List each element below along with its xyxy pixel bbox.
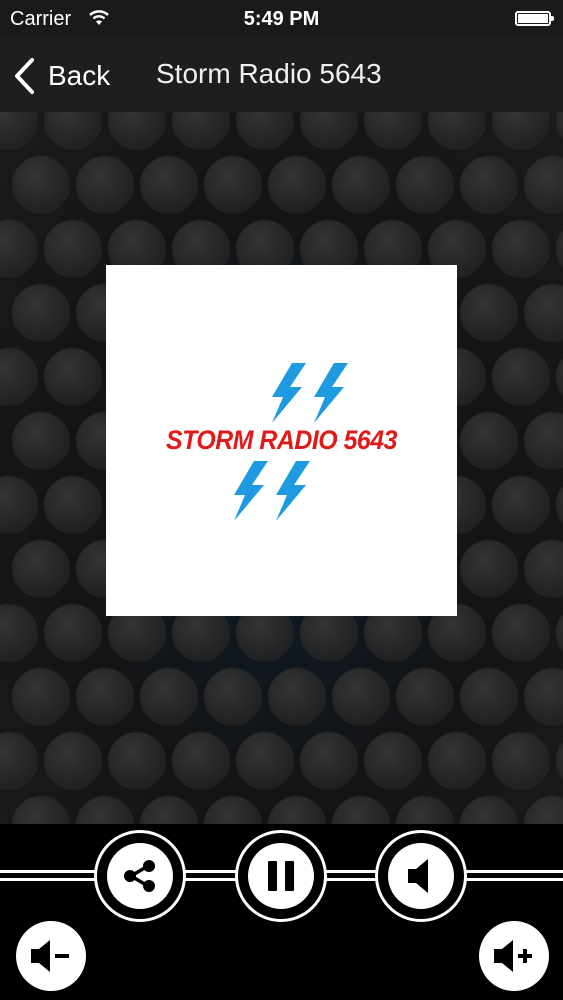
bokeh-circle: [332, 156, 390, 214]
pause-icon: [268, 861, 294, 891]
bokeh-circle: [172, 112, 230, 150]
bokeh-circle: [44, 604, 102, 662]
back-button[interactable]: Back: [12, 56, 110, 96]
bokeh-circle: [236, 732, 294, 790]
bokeh-circle: [0, 348, 38, 406]
bokeh-circle: [44, 112, 102, 150]
share-button[interactable]: [94, 830, 186, 922]
bokeh-circle: [204, 156, 262, 214]
bokeh-circle: [108, 112, 166, 150]
bokeh-circle: [0, 112, 38, 150]
bokeh-circle: [556, 348, 563, 406]
bokeh-circle: [492, 732, 550, 790]
bokeh-circle: [556, 112, 563, 150]
bokeh-circle: [140, 796, 198, 824]
page-title: Storm Radio 5643: [156, 58, 382, 89]
bokeh-circle: [556, 732, 563, 790]
bokeh-circle: [108, 732, 166, 790]
bokeh-circle: [524, 284, 563, 342]
bokeh-circle: [556, 476, 563, 534]
bokeh-circle: [12, 156, 70, 214]
bokeh-circle: [76, 668, 134, 726]
bokeh-circle: [44, 348, 102, 406]
bokeh-circle: [0, 220, 38, 278]
bokeh-circle: [460, 668, 518, 726]
bokeh-circle: [396, 156, 454, 214]
bokeh-circle: [428, 112, 486, 150]
clock: 5:49 PM: [243, 8, 320, 30]
bokeh-circle: [172, 732, 230, 790]
bokeh-circle: [524, 668, 563, 726]
bokeh-circle: [0, 604, 38, 662]
bokeh-circle: [44, 476, 102, 534]
bokeh-circle: [268, 156, 326, 214]
volume-up-button[interactable]: [479, 921, 549, 991]
bokeh-circle: [332, 668, 390, 726]
bokeh-circle: [556, 220, 563, 278]
chevron-left-icon: [15, 58, 34, 94]
bokeh-circle: [396, 668, 454, 726]
bokeh-circle: [524, 540, 563, 598]
bokeh-circle: [204, 796, 262, 824]
bokeh-circle: [140, 668, 198, 726]
bokeh-circle: [236, 112, 294, 150]
volume-down-button[interactable]: [16, 921, 86, 991]
bokeh-circle: [428, 732, 486, 790]
bokeh-circle: [364, 112, 422, 150]
bokeh-circle: [492, 476, 550, 534]
bokeh-circle: [492, 220, 550, 278]
bokeh-circle: [460, 412, 518, 470]
bokeh-circle: [268, 668, 326, 726]
bokeh-circle: [0, 476, 38, 534]
bokeh-circle: [524, 412, 563, 470]
mute-button[interactable]: [375, 830, 467, 922]
bokeh-circle: [524, 796, 563, 824]
bokeh-circle: [76, 796, 134, 824]
bokeh-circle: [556, 604, 563, 662]
volume-up-icon: [494, 940, 532, 972]
bokeh-circle: [0, 732, 38, 790]
bokeh-circle: [12, 796, 70, 824]
bokeh-circle: [460, 540, 518, 598]
status-bar: Carrier 5:49 PM: [0, 0, 563, 38]
speaker-icon: [408, 859, 428, 893]
bokeh-circle: [300, 732, 358, 790]
bokeh-circle: [204, 668, 262, 726]
share-icon: [124, 860, 155, 892]
bokeh-circle: [332, 796, 390, 824]
bokeh-circle: [140, 156, 198, 214]
bokeh-circle: [492, 112, 550, 150]
station-logo-text: STORM RADIO 5643: [165, 425, 397, 455]
bokeh-circle: [396, 796, 454, 824]
bokeh-circle: [460, 156, 518, 214]
bokeh-circle: [12, 540, 70, 598]
volume-down-icon: [31, 940, 69, 972]
bokeh-circle: [76, 156, 134, 214]
bokeh-circle: [460, 284, 518, 342]
bokeh-circle: [460, 796, 518, 824]
navigation-bar: Back Storm Radio 5643: [0, 38, 563, 112]
pause-button[interactable]: [235, 830, 327, 922]
station-artwork: STORM RADIO 5643: [106, 265, 457, 616]
bokeh-circle: [268, 796, 326, 824]
bokeh-circle: [44, 220, 102, 278]
bokeh-circle: [300, 112, 358, 150]
bokeh-circle: [364, 732, 422, 790]
bokeh-circle: [12, 412, 70, 470]
back-label: Back: [48, 60, 111, 91]
player-background: STORM RADIO 5643: [0, 112, 563, 824]
bokeh-circle: [492, 604, 550, 662]
bokeh-circle: [524, 156, 563, 214]
bokeh-circle: [492, 348, 550, 406]
bokeh-circle: [44, 732, 102, 790]
player-controls: [0, 824, 563, 1000]
battery-icon: [515, 11, 554, 26]
bokeh-circle: [12, 668, 70, 726]
bokeh-circle: [12, 284, 70, 342]
